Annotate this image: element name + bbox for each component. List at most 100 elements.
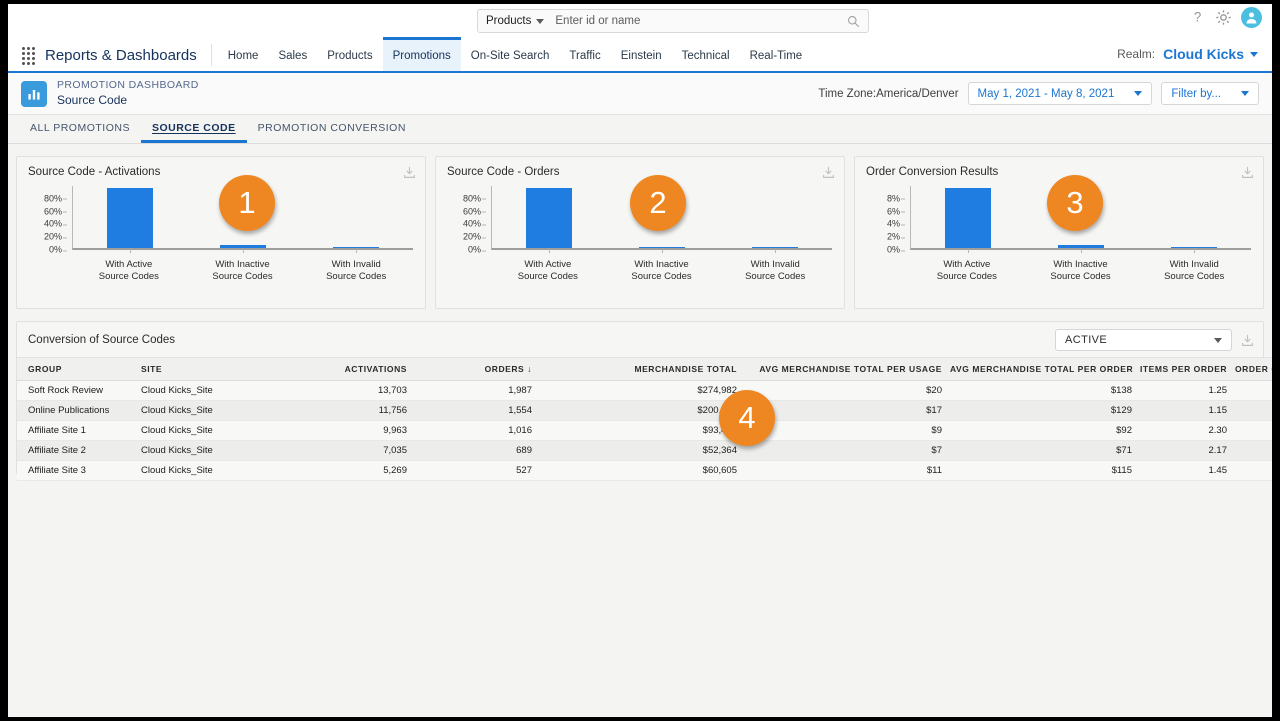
- col-items-per-order[interactable]: ITEMS PER ORDER: [1140, 357, 1235, 381]
- avatar[interactable]: [1241, 7, 1262, 28]
- main-navigation-bar: Reports & Dashboards Home Sales Products…: [8, 37, 1272, 73]
- status-filter-value: ACTIVE: [1065, 334, 1108, 346]
- search-input[interactable]: [555, 15, 847, 27]
- table-title: Conversion of Source Codes: [28, 333, 176, 346]
- bar[interactable]: [752, 246, 799, 248]
- filter-by-button[interactable]: Filter by...: [1161, 82, 1259, 105]
- app-launcher-icon[interactable]: [22, 47, 37, 65]
- realm-selector[interactable]: Cloud Kicks: [1163, 46, 1258, 62]
- cell-items-per-order: 1.15: [1140, 400, 1235, 421]
- cell-avg-merch-per-order: $138: [950, 380, 1140, 401]
- table-row[interactable]: Soft Rock Review Cloud Kicks_Site 13,703 1,…: [17, 380, 1272, 401]
- nav-item-einstein[interactable]: Einstein: [611, 37, 672, 71]
- nav-item-sales[interactable]: Sales: [268, 37, 317, 71]
- dashboard-title-bar: PROMOTION DASHBOARD Source Code Time Zon…: [8, 73, 1272, 115]
- table-header-bar: Conversion of Source Codes ACTIVE: [17, 322, 1263, 357]
- cell-site: Cloud Kicks_Site: [130, 440, 270, 461]
- cell-avg-merch-per-usage: $20: [745, 380, 950, 401]
- tab-source-code[interactable]: SOURCE CODE: [140, 115, 247, 143]
- table-row[interactable]: Online Publications Cloud Kicks_Site 11,75…: [17, 400, 1272, 421]
- bar-slot: [492, 186, 605, 253]
- search-scope-selector[interactable]: Products: [486, 15, 545, 27]
- global-search-box[interactable]: Products: [477, 9, 869, 33]
- chart-title: Order Conversion Results: [866, 166, 999, 178]
- cell-group: Soft Rock Review: [17, 380, 130, 401]
- sort-desc-icon: ↓: [527, 364, 532, 374]
- download-icon[interactable]: [1241, 334, 1254, 347]
- user-icon: [1246, 12, 1257, 24]
- col-orders-label: ORDERS: [484, 364, 525, 374]
- col-avg-merch-per-usage[interactable]: AVG MERCHANDISE TOTAL PER USAGE: [745, 357, 950, 381]
- utility-icons: ?: [1189, 7, 1262, 28]
- col-activations[interactable]: ACTIVATIONS: [270, 357, 415, 381]
- filter-by-label: Filter by...: [1171, 87, 1221, 100]
- download-icon[interactable]: [1241, 166, 1254, 179]
- global-utility-bar: Products ?: [8, 4, 1272, 37]
- y-axis-tick: 40%: [462, 218, 487, 229]
- screenshot-viewport: Products ?: [0, 0, 1280, 721]
- cell-activations: 7,035: [270, 440, 415, 461]
- y-axis-tick: 20%: [43, 231, 68, 242]
- col-order-conversion[interactable]: ORDER CONVERSION: [1235, 357, 1272, 381]
- nav-item-home[interactable]: Home: [218, 37, 269, 71]
- download-icon[interactable]: [822, 166, 835, 179]
- dashboard-name: Source Code: [57, 92, 128, 107]
- chevron-down-icon: [1241, 91, 1249, 96]
- bar[interactable]: [525, 188, 572, 248]
- cell-orders: 527: [415, 460, 540, 481]
- cell-orders: 1,554: [415, 400, 540, 421]
- y-axis-tick: 20%: [462, 231, 487, 242]
- cell-items-per-order: 2.17: [1140, 440, 1235, 461]
- table-row[interactable]: Affiliate Site 3 Cloud Kicks_Site 5,269 527…: [17, 460, 1272, 481]
- col-avg-merch-per-order[interactable]: AVG MERCHANDISE TOTAL PER ORDER: [950, 357, 1140, 381]
- col-merchandise-total[interactable]: MERCHANDISE TOTAL: [540, 357, 745, 381]
- nav-item-technical[interactable]: Technical: [672, 37, 740, 71]
- status-filter-select[interactable]: ACTIVE: [1055, 329, 1232, 351]
- search-scope-label: Products: [486, 15, 532, 27]
- cell-items-per-order: 1.25: [1140, 380, 1235, 401]
- bar[interactable]: [1171, 246, 1218, 248]
- cell-order-conversion: 10.2%: [1235, 420, 1272, 441]
- nav-item-traffic[interactable]: Traffic: [559, 37, 610, 71]
- cell-order-conversion: 14.5%: [1235, 380, 1272, 401]
- col-group[interactable]: GROUP: [17, 357, 130, 381]
- table-row[interactable]: Affiliate Site 1 Cloud Kicks_Site 9,963 1,0…: [17, 420, 1272, 441]
- conversion-table-card: Conversion of Source Codes ACTIVE GROUP …: [16, 321, 1272, 481]
- callout-badge-2: 2: [630, 175, 686, 231]
- nav-item-on-site-search[interactable]: On-Site Search: [461, 37, 560, 71]
- x-axis-label: With Invalid Source Codes: [745, 259, 806, 282]
- bar-slot: [719, 186, 832, 253]
- download-icon[interactable]: [403, 166, 416, 179]
- nav-item-products[interactable]: Products: [317, 37, 382, 71]
- cell-merchandise-total: $200,466: [540, 400, 745, 421]
- nav-item-real-time[interactable]: Real-Time: [740, 37, 813, 71]
- table-row[interactable]: Affiliate Site 2 Cloud Kicks_Site 7,035 689…: [17, 440, 1272, 461]
- cell-activations: 13,703: [270, 380, 415, 401]
- gear-icon[interactable]: [1215, 9, 1232, 26]
- cell-items-per-order: 1.45: [1140, 460, 1235, 481]
- date-range-value: May 1, 2021 - May 8, 2021: [977, 87, 1115, 100]
- callout-badge-1: 1: [219, 175, 275, 231]
- cell-items-per-order: 2.30: [1140, 420, 1235, 441]
- bar-slot: [300, 186, 413, 253]
- bar[interactable]: [333, 246, 380, 248]
- bar[interactable]: [106, 188, 153, 248]
- help-icon[interactable]: ?: [1189, 9, 1206, 26]
- date-range-picker[interactable]: May 1, 2021 - May 8, 2021: [967, 82, 1153, 105]
- cell-order-conversion: 10.0%: [1235, 460, 1272, 481]
- tab-all-promotions[interactable]: ALL PROMOTIONS: [19, 115, 141, 143]
- bar[interactable]: [219, 244, 266, 248]
- bar[interactable]: [1057, 245, 1104, 248]
- tab-promotion-conversion[interactable]: PROMOTION CONVERSION: [247, 115, 417, 143]
- callout-badge-3: 3: [1047, 175, 1103, 231]
- cell-orders: 689: [415, 440, 540, 461]
- x-axis-label: With Invalid Source Codes: [1164, 259, 1225, 282]
- nav-item-promotions[interactable]: Promotions: [382, 37, 461, 71]
- timezone-label: Time Zone:America/Denver: [818, 87, 959, 100]
- bar[interactable]: [944, 188, 991, 248]
- col-orders[interactable]: ORDERS ↓: [415, 357, 540, 381]
- cell-avg-merch-per-usage: $9: [745, 420, 950, 441]
- bar[interactable]: [638, 246, 685, 248]
- cell-order-conversion: 7.7%: [1235, 400, 1272, 421]
- col-site[interactable]: SITE: [130, 357, 270, 381]
